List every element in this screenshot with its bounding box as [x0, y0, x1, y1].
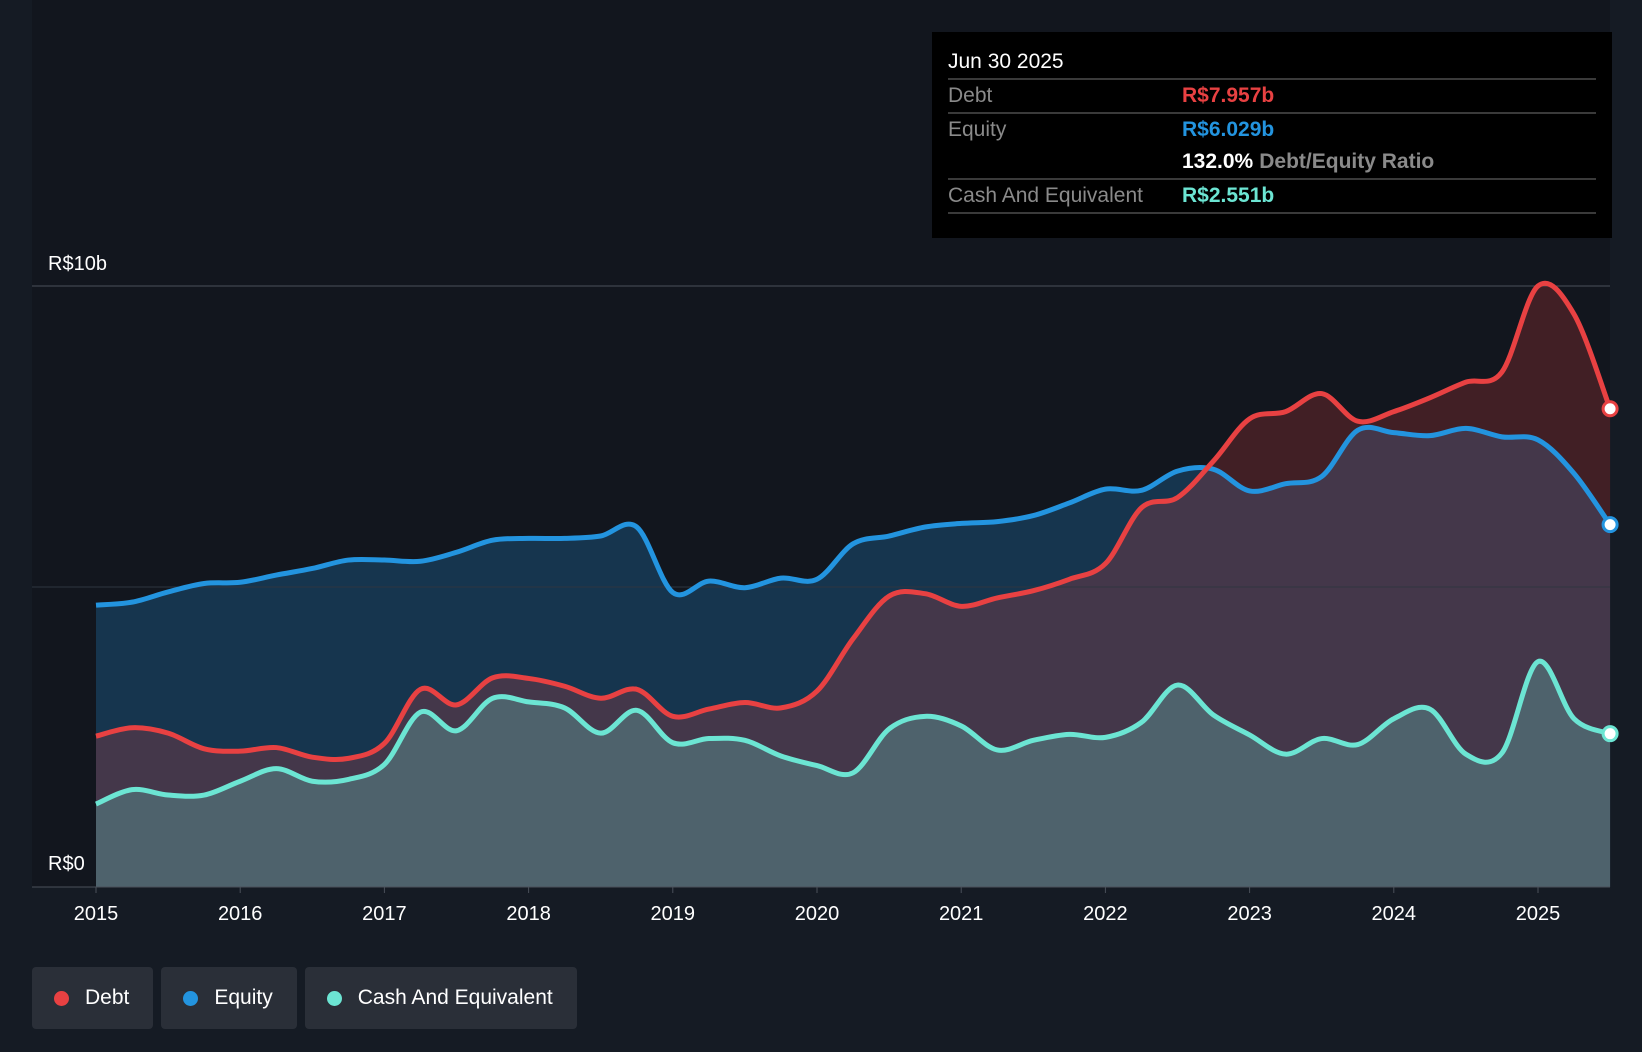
cash-and-equivalent-point[interactable] [1601, 725, 1619, 743]
x-tick-label: 2025 [1516, 903, 1561, 925]
tooltip-equity-label: Equity [948, 118, 1007, 141]
legend-item-cash[interactable]: Cash And Equivalent [304, 967, 577, 1029]
tooltip-ratio-spacer [948, 146, 1182, 178]
cash-dot-icon [326, 990, 342, 1006]
tooltip-cash-label: Cash And Equivalent [948, 184, 1143, 207]
x-tick-label: 2022 [1083, 903, 1128, 925]
x-tick-label: 2024 [1372, 903, 1417, 925]
x-tick-label: 2017 [362, 903, 407, 925]
tooltip-debt-value: R$7.957b [1182, 84, 1275, 107]
legend-label: Cash And Equivalent [357, 986, 553, 1009]
legend-item-debt[interactable]: Debt [32, 967, 154, 1029]
legend-item-equity[interactable]: Equity [161, 967, 297, 1029]
tooltip-equity-value: R$6.029b [1182, 118, 1275, 141]
tooltip: Jun 30 2025 Debt R$7.957b Equity R$6.029… [932, 32, 1612, 238]
tooltip-row-equity: Equity R$6.029b [948, 114, 1596, 146]
debt-point[interactable] [1601, 400, 1619, 418]
legend-label: Debt [85, 986, 130, 1009]
tooltip-ratio-value: 132.0% [1182, 150, 1254, 173]
x-tick-label: 2016 [218, 903, 263, 925]
equity-dot-icon [183, 990, 199, 1006]
y-tick-label-10b: R$10b [48, 253, 107, 275]
tooltip-ratio-label: Debt/Equity Ratio [1259, 150, 1435, 173]
tooltip-row-cash: Cash And Equivalent R$2.551b [948, 180, 1596, 214]
tooltip-debt-label: Debt [948, 84, 993, 107]
x-tick-label: 2018 [506, 903, 551, 925]
x-tick-label: 2021 [939, 903, 984, 925]
x-tick-label: 2015 [74, 903, 119, 925]
legend-label: Equity [214, 986, 273, 1009]
tooltip-date: Jun 30 2025 [948, 46, 1596, 80]
x-tick-label: 2023 [1227, 903, 1272, 925]
x-tick-label: 2020 [795, 903, 840, 925]
legend: Debt Equity Cash And Equivalent [32, 967, 577, 1029]
x-tick-label: 2019 [651, 903, 696, 925]
debt-dot-icon [54, 990, 69, 1006]
y-tick-label-0: R$0 [48, 853, 85, 875]
tooltip-row-debt: Debt R$7.957b [948, 80, 1596, 114]
equity-point[interactable] [1601, 516, 1619, 534]
tooltip-row-ratio: 132.0% Debt/Equity Ratio [948, 146, 1596, 180]
tooltip-cash-value: R$2.551b [1182, 184, 1275, 207]
